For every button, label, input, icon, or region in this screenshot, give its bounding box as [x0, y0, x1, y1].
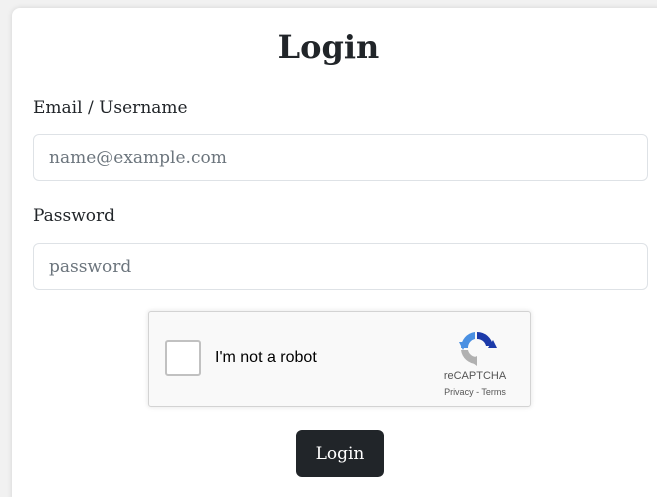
- page-title: Login: [277, 28, 380, 66]
- recaptcha-links: Privacy - Terms: [421, 387, 529, 397]
- email-label: Email / Username: [33, 98, 188, 118]
- password-label: Password: [33, 206, 116, 226]
- terms-link[interactable]: Terms: [481, 387, 506, 397]
- privacy-link[interactable]: Privacy: [444, 387, 474, 397]
- recaptcha-brand: reCAPTCHA: [443, 370, 507, 382]
- recaptcha-logo-icon: [459, 331, 497, 366]
- password-field[interactable]: [33, 243, 648, 290]
- recaptcha-checkbox[interactable]: [165, 340, 201, 376]
- recaptcha-checkbox-label: I'm not a robot: [215, 349, 317, 366]
- email-field[interactable]: [33, 134, 648, 181]
- recaptcha-widget: I'm not a robot reCAPTCHA Privacy - Term…: [148, 311, 531, 407]
- login-button[interactable]: Login: [296, 430, 384, 477]
